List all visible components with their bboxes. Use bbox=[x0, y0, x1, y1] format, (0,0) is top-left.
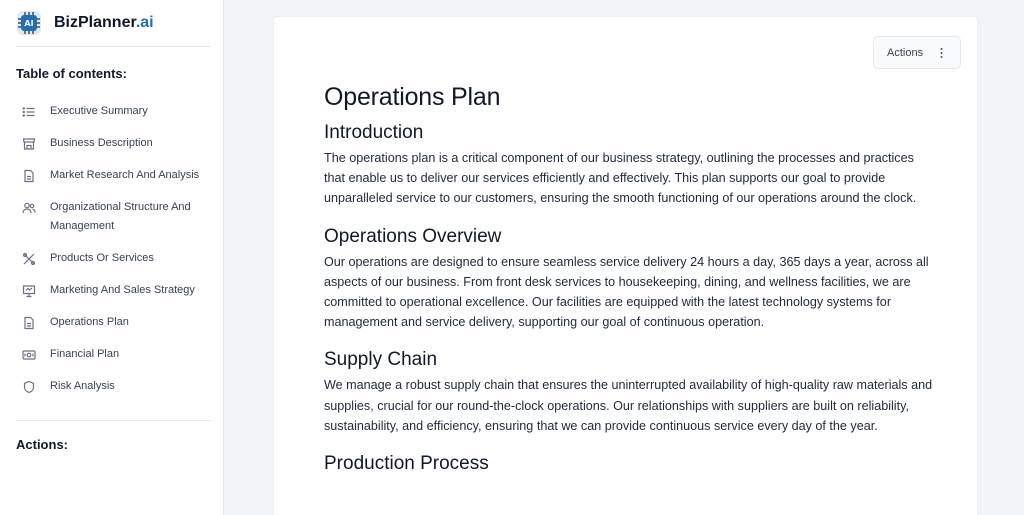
toc-item-label: Operations Plan bbox=[50, 316, 129, 328]
shield-icon bbox=[23, 380, 35, 394]
page-title: Operations Plan bbox=[324, 83, 501, 111]
toc-item-org-structure[interactable]: Organizational Structure And Management bbox=[16, 193, 207, 244]
tools-icon bbox=[22, 252, 36, 266]
section-heading: Operations Overview bbox=[324, 225, 502, 247]
toc-item-label: Organizational Structure And Management bbox=[50, 201, 191, 232]
money-icon bbox=[22, 350, 36, 360]
toc-item-operations-plan[interactable]: Operations Plan bbox=[16, 308, 207, 340]
document-icon bbox=[24, 169, 34, 183]
toc-item-label: Products Or Services bbox=[50, 252, 154, 264]
toc-item-label: Risk Analysis bbox=[50, 380, 115, 392]
actions-button[interactable]: Actions bbox=[873, 36, 961, 69]
list-icon bbox=[22, 107, 35, 117]
toc-item-financial-plan[interactable]: Financial Plan bbox=[16, 340, 207, 372]
toc-item-market-research[interactable]: Market Research And Analysis bbox=[16, 161, 207, 193]
section-heading: Production Process bbox=[324, 453, 489, 475]
toc-item-marketing-sales[interactable]: Marketing And Sales Strategy bbox=[16, 276, 207, 308]
store-icon bbox=[22, 138, 36, 150]
presentation-icon bbox=[22, 285, 36, 298]
users-icon bbox=[22, 202, 36, 214]
more-vertical-icon bbox=[940, 48, 943, 58]
section-body: Our operations are designed to ensure se… bbox=[324, 254, 929, 330]
section-body: We manage a robust supply chain that ens… bbox=[324, 378, 933, 433]
sidebar: AI BizPlanner.ai Table of contents: Exec… bbox=[0, 0, 224, 515]
section-heading: Supply Chain bbox=[324, 349, 438, 371]
toc-item-executive-summary[interactable]: Executive Summary bbox=[16, 97, 207, 129]
brand-name: BizPlanner.ai bbox=[54, 14, 154, 31]
actions-heading: Actions: bbox=[16, 437, 68, 452]
section-body: The operations plan is a critical compon… bbox=[324, 151, 917, 206]
sidebar-divider bbox=[16, 420, 211, 421]
toc-heading: Table of contents: bbox=[16, 66, 127, 81]
toc-list: Executive Summary Business Description M… bbox=[16, 97, 207, 404]
toc-item-label: Financial Plan bbox=[50, 348, 120, 360]
document-icon bbox=[24, 316, 34, 330]
toc-item-label: Market Research And Analysis bbox=[50, 169, 200, 181]
section-heading: Introduction bbox=[324, 122, 424, 143]
toc-item-label: Marketing And Sales Strategy bbox=[50, 284, 195, 296]
toc-item-risk-analysis[interactable]: Risk Analysis bbox=[16, 372, 207, 404]
logo-icon: AI bbox=[17, 11, 41, 35]
toc-item-products-services[interactable]: Products Or Services bbox=[16, 244, 207, 276]
toc-item-label: Executive Summary bbox=[50, 105, 148, 117]
brand[interactable]: AI BizPlanner.ai bbox=[16, 0, 211, 47]
toc-item-business-description[interactable]: Business Description bbox=[16, 129, 207, 161]
document-content: Operations Plan Introduction The operati… bbox=[324, 83, 934, 479]
document-card: Actions Operations Plan Introduction The… bbox=[273, 16, 978, 515]
logo-chip-label: AI bbox=[21, 15, 37, 31]
toc-item-label: Business Description bbox=[50, 137, 153, 149]
actions-button-label: Actions bbox=[887, 46, 924, 59]
